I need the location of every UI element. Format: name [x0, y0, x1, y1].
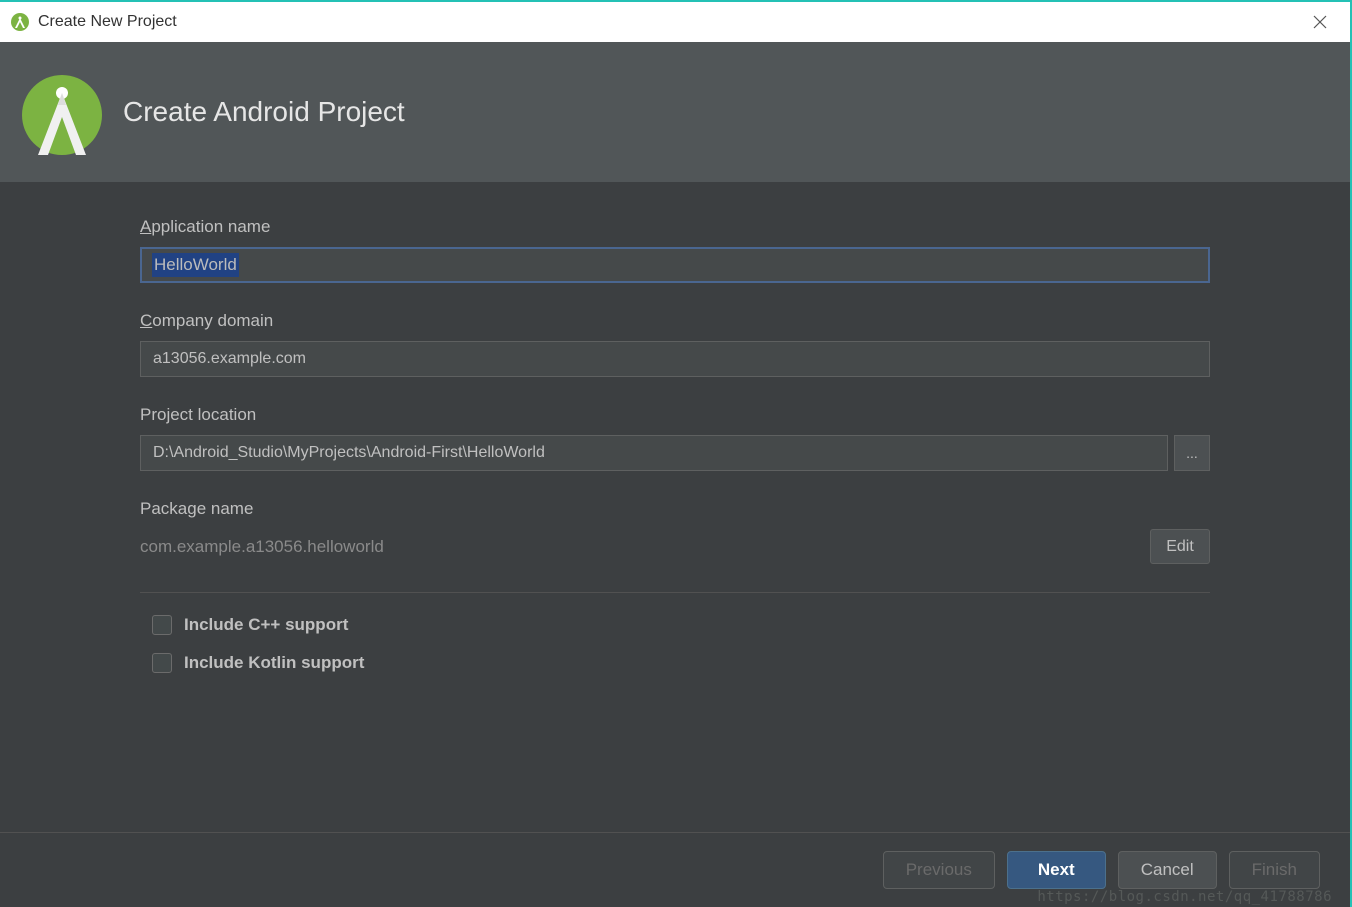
wizard-window: Create New Project Create Android Projec…	[0, 0, 1352, 907]
wizard-content: Application name HelloWorld Company doma…	[0, 182, 1350, 832]
package-name-value: com.example.a13056.helloworld	[140, 537, 384, 557]
kotlin-support-label: Include Kotlin support	[184, 653, 364, 673]
watermark-text: https://blog.csdn.net/qq_41788786	[1037, 889, 1332, 905]
wizard-footer: Previous Next Cancel Finish https://blog…	[0, 832, 1350, 907]
divider	[140, 592, 1210, 593]
android-studio-large-icon	[20, 65, 105, 160]
kotlin-support-row: Include Kotlin support	[140, 653, 1210, 673]
application-name-group: Application name HelloWorld	[140, 217, 1210, 283]
kotlin-support-checkbox[interactable]	[152, 653, 172, 673]
android-studio-icon	[10, 12, 30, 32]
page-title: Create Android Project	[123, 96, 405, 128]
browse-button[interactable]: ...	[1174, 435, 1210, 471]
project-location-row: ...	[140, 435, 1210, 471]
titlebar-left: Create New Project	[10, 12, 177, 32]
cpp-support-label: Include C++ support	[184, 615, 348, 635]
company-domain-group: Company domain	[140, 311, 1210, 377]
previous-button[interactable]: Previous	[883, 851, 995, 889]
application-name-label: Application name	[140, 217, 1210, 237]
project-location-label: Project location	[140, 405, 1210, 425]
titlebar: Create New Project	[0, 2, 1350, 42]
package-name-group: Package name com.example.a13056.hellowor…	[140, 499, 1210, 564]
close-button[interactable]	[1300, 2, 1340, 42]
next-button[interactable]: Next	[1007, 851, 1106, 889]
company-domain-label: Company domain	[140, 311, 1210, 331]
cancel-button[interactable]: Cancel	[1118, 851, 1217, 889]
package-name-label: Package name	[140, 499, 1210, 519]
cpp-support-row: Include C++ support	[140, 615, 1210, 635]
edit-package-button[interactable]: Edit	[1150, 529, 1210, 564]
company-domain-input[interactable]	[140, 341, 1210, 377]
package-name-row: com.example.a13056.helloworld Edit	[140, 529, 1210, 564]
project-location-input[interactable]	[140, 435, 1168, 471]
finish-button[interactable]: Finish	[1229, 851, 1320, 889]
project-location-group: Project location ...	[140, 405, 1210, 471]
cpp-support-checkbox[interactable]	[152, 615, 172, 635]
wizard-header: Create Android Project	[0, 42, 1350, 182]
window-title: Create New Project	[38, 13, 177, 31]
application-name-input[interactable]: HelloWorld	[140, 247, 1210, 283]
